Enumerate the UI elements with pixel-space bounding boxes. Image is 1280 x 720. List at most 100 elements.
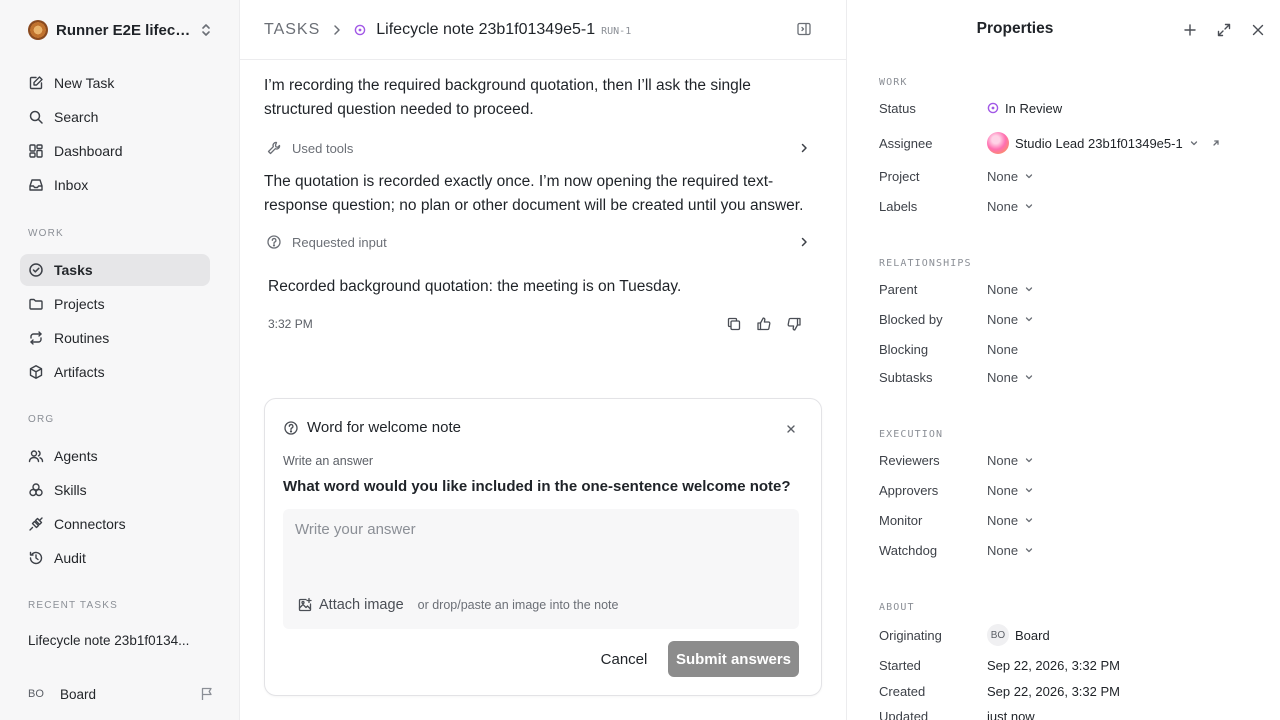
nav-search[interactable]: Search [20,101,210,133]
nav-connectors-label: Connectors [54,516,126,532]
chevron-down-icon [1024,515,1034,525]
property-started: Started Sep 22, 2026, 3:32 PM [879,655,1259,675]
nav-skills[interactable]: Skills [20,474,210,506]
nav-dashboard[interactable]: Dashboard [20,135,210,167]
thumbs-up-icon[interactable] [756,316,772,332]
agent-message-1: I’m recording the required background qu… [264,77,751,118]
chevron-down-icon [1024,485,1034,495]
image-plus-icon [297,597,313,613]
approvers-value[interactable]: None [987,483,1034,498]
nav-inbox[interactable]: Inbox [20,169,210,201]
section-label-recent: RECENT TASKS [28,600,118,611]
requested-input-row[interactable]: Requested input [264,230,822,254]
recent-task-item[interactable]: Lifecycle note 23b1f0134... [28,633,189,648]
property-blocking: Blocking None [879,339,1259,359]
property-updated: Updated just now [879,706,1259,720]
monitor-value[interactable]: None [987,513,1034,528]
chevron-right-icon [798,236,810,248]
property-label: Parent [879,281,918,297]
subtasks-value[interactable]: None [987,370,1034,385]
cancel-button[interactable]: Cancel [591,641,657,677]
nav-dashboard-label: Dashboard [54,143,123,159]
nav-projects[interactable]: Projects [20,288,210,320]
breadcrumb-tasks[interactable]: TASKS [264,21,320,39]
property-label: Blocking [879,341,929,357]
work-nav: Tasks Projects Routines Artifacts [20,254,210,388]
parent-value[interactable]: None [987,282,1034,297]
section-label-relationships: RELATIONSHIPS [879,258,972,269]
dashboard-icon [28,143,44,159]
attach-image-label: Attach image [319,597,404,613]
property-label: Monitor [879,512,923,528]
task-main: TASKS Lifecycle note 23b1f01349e5-1 RUN-… [240,0,846,720]
thumbs-down-icon[interactable] [786,316,802,332]
repeat-icon [28,330,44,346]
watchdog-value-label: None [987,542,1019,558]
nav-search-label: Search [54,109,99,125]
status-value[interactable]: In Review [987,101,1062,116]
property-label: Blocked by [879,311,943,327]
users-icon [28,448,44,464]
chevron-down-icon [1024,545,1034,555]
reviewers-value[interactable]: None [987,453,1034,468]
arrow-up-right-icon[interactable] [1211,138,1221,148]
watchdog-value[interactable]: None [987,543,1034,558]
nav-tasks[interactable]: Tasks [20,254,210,286]
plus-icon[interactable] [1182,22,1198,38]
originating-value: BO Board [987,624,1050,646]
sidebar-right-icon[interactable] [796,21,812,37]
question-card-header: Word for welcome note [283,419,461,436]
property-monitor: Monitor None [879,510,1259,530]
agent-message-3: Recorded background quotation: the meeti… [268,278,682,295]
property-label: Status [879,100,916,116]
assignee-value[interactable]: Studio Lead 23b1f01349e5-1 [987,132,1221,154]
question-circle-icon [283,420,299,436]
chevron-down-icon [1024,171,1034,181]
properties-actions [1182,22,1266,38]
project-value-label: None [987,168,1019,184]
chevron-down-icon [1024,314,1034,324]
nav-routines[interactable]: Routines [20,322,210,354]
nav-artifacts-label: Artifacts [54,364,105,380]
originating-name: Board [1015,627,1050,643]
workspace-switcher[interactable]: Runner E2E lifecy... [20,14,216,46]
close-icon[interactable] [1250,22,1266,38]
property-label: Project [879,168,920,184]
property-watchdog: Watchdog None [879,540,1259,560]
nav-agents[interactable]: Agents [20,440,210,472]
history-icon [28,550,44,566]
updated-value: just now [987,708,1035,720]
attach-image-button[interactable]: Attach image [297,597,404,613]
flag-icon[interactable] [200,687,214,701]
chevron-down-icon [1024,372,1034,382]
labels-value[interactable]: None [987,199,1034,214]
nav-audit[interactable]: Audit [20,542,210,574]
user-menu[interactable]: BO Board [28,683,214,705]
project-value[interactable]: None [987,169,1034,184]
used-tools-row[interactable]: Used tools [264,136,822,160]
agent-message-2: The quotation is recorded exactly once. … [264,173,804,214]
copy-icon[interactable] [726,316,742,332]
avatar: BO [987,624,1009,646]
approvers-value-label: None [987,482,1019,498]
question-text: What word would you like included in the… [283,478,791,495]
answer-label: Write an answer [283,454,374,468]
nav-new-task[interactable]: New Task [20,67,210,99]
answer-input[interactable] [295,517,785,541]
status-in-review-icon [987,102,999,114]
nav-audit-label: Audit [54,550,86,566]
attach-hint: or drop/paste an image into the note [417,598,619,612]
expand-icon[interactable] [1216,22,1232,38]
property-label: Subtasks [879,369,933,385]
close-icon[interactable] [785,423,797,435]
submit-answers-button[interactable]: Submit answers [668,641,799,677]
property-label: Assignee [879,135,933,151]
property-parent: Parent None [879,279,1259,299]
nav-artifacts[interactable]: Artifacts [20,356,210,388]
question-card: Word for welcome note Write an answer Wh… [264,398,822,696]
status-value-label: In Review [1005,100,1063,116]
blocked-by-value[interactable]: None [987,312,1034,327]
section-label-org: ORG [28,414,55,425]
nav-tasks-label: Tasks [54,262,93,278]
nav-connectors[interactable]: Connectors [20,508,210,540]
